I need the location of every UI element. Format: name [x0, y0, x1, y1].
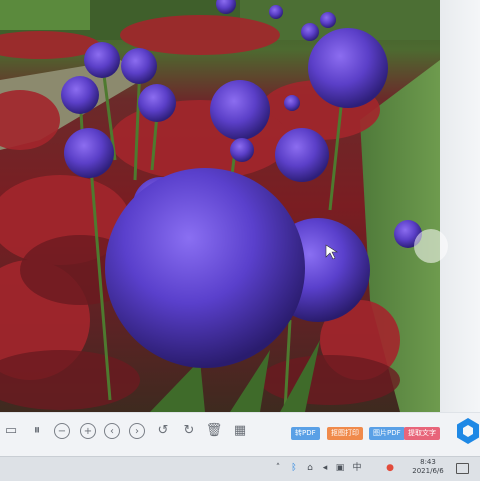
- zoom-in-icon[interactable]: +: [80, 423, 96, 439]
- photo-viewer-window: ▭ ⏸ − + ‹ › ↺ ↻ 🗑 ▦ 转PDF 抠图打印 图片PDF 提取文字 ˄ ᛒ ⌂ ◂ ▣ 中 ● 8:4…: [0, 0, 480, 481]
- network-icon[interactable]: ⌂: [305, 463, 315, 473]
- pause-icon[interactable]: ⏸: [28, 421, 46, 439]
- photo-canvas[interactable]: [0, 0, 440, 412]
- bluetooth-icon[interactable]: ᛒ: [289, 463, 299, 473]
- delete-icon[interactable]: 🗑: [205, 421, 223, 439]
- chevron-up-icon[interactable]: ˄: [273, 463, 283, 473]
- action-button-3[interactable]: 提取文字: [404, 427, 440, 440]
- volume-icon[interactable]: ◂: [320, 463, 330, 473]
- clock-time: 8:43: [420, 458, 436, 466]
- zoom-out-icon[interactable]: −: [54, 423, 70, 439]
- windows-taskbar: [0, 456, 480, 481]
- viewer-side-panel: [440, 0, 480, 412]
- ime-label-icon[interactable]: 中: [352, 463, 362, 473]
- previous-icon[interactable]: ‹: [104, 423, 120, 439]
- next-icon[interactable]: ›: [129, 423, 145, 439]
- next-image-button[interactable]: [414, 229, 448, 263]
- app-icon[interactable]: ●: [385, 463, 395, 473]
- input-method-icon[interactable]: ▣: [335, 463, 345, 473]
- apps-icon[interactable]: ▦: [231, 421, 249, 439]
- action-button-0[interactable]: 转PDF: [291, 427, 320, 440]
- action-button-2[interactable]: 图片PDF: [369, 427, 405, 440]
- slideshow-icon[interactable]: ▭: [2, 421, 20, 439]
- rotate-right-icon[interactable]: ↻: [180, 421, 198, 439]
- taskbar-clock[interactable]: 8:43 2021/6/6: [410, 458, 446, 476]
- clock-date: 2021/6/6: [412, 467, 444, 475]
- flower-photo: [0, 0, 440, 412]
- rotate-left-icon[interactable]: ↺: [154, 421, 172, 439]
- notification-center-icon[interactable]: [456, 463, 469, 474]
- action-button-1[interactable]: 抠图打印: [327, 427, 363, 440]
